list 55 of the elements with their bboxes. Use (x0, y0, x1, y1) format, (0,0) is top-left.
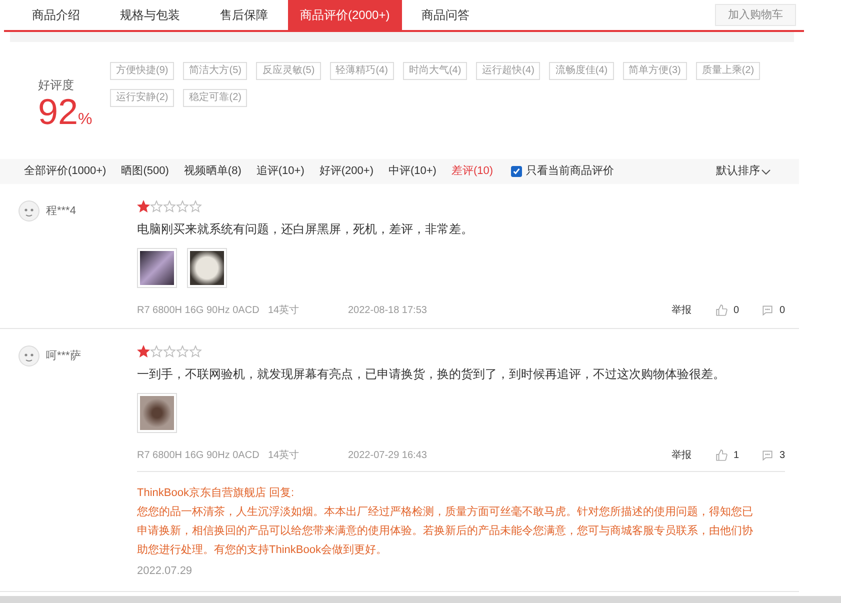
checkbox-label: 只看当前商品评价 (526, 164, 614, 180)
comment-button[interactable]: 3 (761, 448, 785, 462)
user-name: 呵***萨 (46, 348, 81, 364)
photo-thumbnail[interactable] (137, 393, 177, 433)
comment-icon (761, 304, 774, 316)
filled-star-icon (137, 200, 150, 213)
rating-value: 92 (38, 92, 78, 132)
tab[interactable]: 商品介绍 (12, 0, 100, 30)
like-button[interactable]: 1 (715, 448, 762, 462)
tab[interactable]: 规格与包装 (100, 0, 200, 30)
product-spec: R7 6800H 16G 90Hz 0ACD (137, 448, 260, 462)
empty-star-icon (189, 345, 202, 358)
empty-star-icon (163, 345, 176, 358)
report-link[interactable]: 举报 (671, 302, 692, 318)
report-link[interactable]: 举报 (671, 448, 692, 462)
empty-star-icon (176, 200, 189, 213)
tab[interactable]: 售后保障 (200, 0, 288, 30)
like-button[interactable]: 0 (715, 302, 762, 318)
checkbox[interactable] (511, 166, 522, 177)
reply-text: 您您的品一杯清茶，人生沉浮淡如烟。本本出厂经过严格检测，质量方面可丝毫不敢马虎。针对您所描述的使用问题，得知您已申请换新，相信换回的产品可以给您带来满意的使用体验。若换新后的产品未能令您满意，您可与商城客服专员联系，由他们协助您进行处理。有您的支持ThinkBook会做到更好。 (137, 504, 754, 558)
photo-thumbnail[interactable] (137, 248, 177, 288)
filter-tab[interactable]: 中评(10+) (388, 163, 436, 180)
screen-size: 14英寸 (268, 304, 300, 318)
empty-star-icon (176, 345, 189, 358)
avatar-icon (18, 345, 40, 367)
tab[interactable]: 商品问答 (402, 0, 490, 30)
reply-date: 2022.07.29 (137, 564, 194, 579)
thumbs-up-icon (715, 304, 728, 316)
product-spec: R7 6800H 16G 90Hz 0ACD (137, 304, 260, 318)
filter-tab[interactable]: 视频晒单(8) (184, 163, 242, 180)
filter-tab[interactable]: 全部评价(1000+) (24, 163, 106, 180)
user-name: 程***4 (46, 204, 76, 219)
filter-tab[interactable]: 好评(200+) (319, 163, 374, 180)
comment-icon (761, 448, 774, 462)
tab[interactable]: 商品评价(2000+) (288, 0, 402, 30)
reply-header: ThinkBook京东自营旗舰店 回复: (137, 486, 296, 501)
caret-icon (761, 168, 771, 174)
rating-label: 好评度 (38, 77, 75, 94)
review-date: 2022-07-29 16:43 (348, 448, 427, 462)
comment-button[interactable]: 0 (761, 302, 785, 318)
sort-dropdown[interactable]: 默认排序 (716, 163, 771, 180)
filter-tab[interactable]: 追评(10+) (256, 163, 304, 180)
filter-tab[interactable]: 晒图(500) (121, 163, 169, 180)
review-date: 2022-08-18 17:53 (348, 304, 427, 318)
review-text: 电脑刚买来就系统有问题，还白屏黑屏，死机，差评，非常差。 (137, 221, 474, 238)
screen-size: 14英寸 (268, 448, 300, 462)
empty-star-icon (163, 200, 176, 213)
photo-thumbnail[interactable] (187, 248, 227, 288)
filled-star-icon (137, 345, 150, 358)
avatar-icon (18, 200, 40, 222)
empty-star-icon (189, 200, 202, 213)
filter-tab[interactable]: 差评(10) (451, 163, 494, 180)
review-text: 一到手，不联网验机，就发现屏幕有亮点，已申请换货，换的货到了，到时候再追评，不过这次购物体验很差。 (137, 366, 726, 383)
thumbs-up-icon (715, 448, 728, 462)
rating-unit: % (78, 110, 92, 130)
